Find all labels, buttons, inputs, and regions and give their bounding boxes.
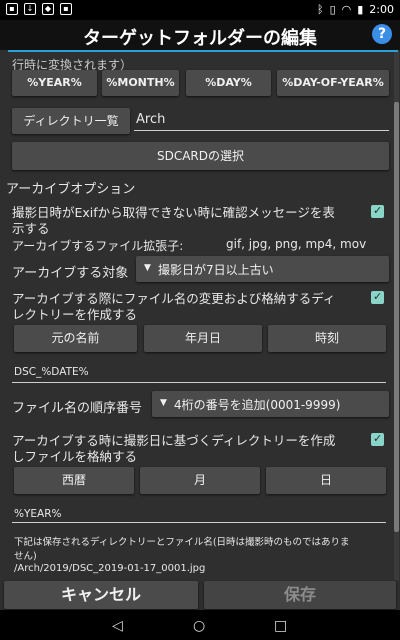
shield-icon: ◆ (42, 3, 54, 15)
day-button[interactable]: 日 (266, 467, 386, 494)
month-format-button[interactable]: %MONTH% (102, 70, 179, 96)
rename-checkbox[interactable]: ✓ (371, 290, 384, 304)
sequence-dropdown[interactable]: ▼ 4桁の番号を追加(0001-9999) (152, 391, 389, 417)
dir-format-input[interactable]: %YEAR% (14, 508, 61, 520)
year-format-button[interactable]: %YEAR% (12, 70, 97, 96)
navigation-bar: ◁ ○ □ (0, 610, 400, 640)
extensions-value: gif, jpg, png, mp4, mov (226, 237, 367, 251)
check-icon: ✓ (373, 432, 383, 445)
home-icon[interactable]: ○ (193, 618, 205, 634)
help-icon[interactable]: ? (372, 24, 392, 44)
sequence-value: 4桁の番号を追加(0001-9999) (174, 398, 341, 412)
cancel-button[interactable]: キャンセル (4, 581, 198, 609)
back-icon[interactable]: ◁ (112, 618, 123, 634)
directory-input[interactable]: Arch (136, 112, 165, 127)
date-button[interactable]: 年月日 (144, 325, 262, 352)
status-time: 2:00 (369, 3, 394, 16)
accent-divider (8, 50, 398, 52)
recents-icon[interactable]: □ (274, 618, 287, 634)
title-bar: ターゲットフォルダーの編集 ? (0, 20, 400, 50)
archive-target-value: 撮影日が7日以上古い (158, 263, 274, 277)
page-title: ターゲットフォルダーの編集 (83, 28, 317, 49)
archive-target-label: アーカイブする対象 (12, 266, 129, 281)
dir-by-date-checkbox[interactable]: ✓ (371, 432, 384, 446)
directory-list-button[interactable]: ディレクトリ一覧 (12, 108, 130, 134)
bluetooth-icon: ᛒ (316, 3, 324, 16)
exif-confirm-checkbox[interactable]: ✓ (371, 204, 384, 218)
example-path: /Arch/2019/DSC_2019-01-17_0001.jpg (14, 563, 206, 574)
check-icon: ✓ (373, 204, 383, 217)
exif-confirm-label-line1: 撮影日時がExifから取得できない時に確認メッセージを表 (12, 205, 335, 220)
time-button[interactable]: 時刻 (268, 325, 386, 352)
preview-note-2: せん) (14, 551, 37, 562)
scrollbar-thumb[interactable] (394, 102, 399, 532)
download-icon: ↓ (24, 3, 36, 15)
dropdown-arrow-icon: ▼ (160, 398, 167, 408)
archive-options-heading: アーカイブオプション (6, 182, 136, 197)
directory-input-underline (134, 130, 389, 131)
check-icon: ✓ (373, 290, 383, 303)
day-of-year-format-button[interactable]: %DAY-OF-YEAR% (277, 70, 389, 96)
save-button[interactable]: 保存 (204, 581, 396, 609)
battery-icon: ▮ (357, 3, 364, 16)
vibrate-icon: ▯ (329, 3, 336, 16)
day-format-button[interactable]: %DAY% (186, 70, 271, 96)
notification-icon: ▪ (6, 3, 18, 15)
preview-note: 下記は保存されるディレクトリーとファイル名(日時は撮影時のものではありま (14, 537, 350, 548)
sequence-label: ファイル名の順序番号 (12, 401, 143, 416)
dir-by-date-label-line2: しファイルを格納する (12, 449, 138, 464)
notification-icon-2: ▪ (60, 3, 72, 15)
status-left-icons: ▪ ↓ ◆ ▪ (6, 3, 72, 15)
extensions-label: アーカイブするファイル拡張子: (12, 239, 184, 253)
status-right: ᛒ ▯ ◠ ▮ 2:00 (317, 3, 394, 16)
dropdown-arrow-icon: ▼ (144, 263, 151, 273)
month-button[interactable]: 月 (140, 467, 260, 494)
filename-format-underline (12, 382, 386, 383)
exif-confirm-label-line2: 示する (12, 221, 50, 236)
sdcard-select-button[interactable]: SDCARDの選択 (12, 142, 389, 170)
filename-format-input[interactable]: DSC_%DATE% (14, 366, 89, 378)
status-bar: ▪ ↓ ◆ ▪ ᛒ ▯ ◠ ▮ 2:00 (0, 0, 400, 20)
original-name-button[interactable]: 元の名前 (14, 325, 137, 352)
dir-format-underline (12, 522, 386, 523)
wifi-icon: ◠ (341, 3, 352, 16)
year-button[interactable]: 西暦 (14, 467, 134, 494)
archive-target-dropdown[interactable]: ▼ 撮影日が7日以上古い (136, 256, 389, 282)
rename-label-line2: レクトリーを作成する (12, 307, 138, 322)
